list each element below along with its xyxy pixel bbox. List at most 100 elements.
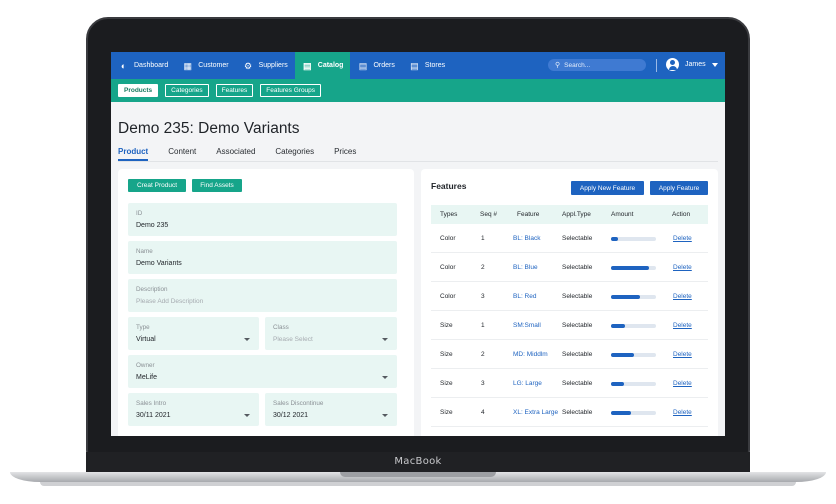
app-screen: ◐ Dashboard ▦ Customer ⚙ Suppliers ▤ Cat… xyxy=(111,52,725,436)
subnav-features-groups[interactable]: Features Groups xyxy=(260,84,322,97)
delete-link[interactable]: Delete xyxy=(673,351,692,358)
delete-link[interactable]: Delete xyxy=(673,264,692,271)
features-panel: Features Apply New Feature Apply Feature… xyxy=(421,169,718,436)
column-header: Feature xyxy=(517,211,540,218)
nav-suppliers-label: Suppliers xyxy=(258,62,288,69)
class-label: Class xyxy=(273,324,289,331)
search-input[interactable]: ⚲ Search... xyxy=(548,59,646,71)
nav-stores-label: Stores xyxy=(424,62,446,69)
id-field[interactable]: ID Demo 235 xyxy=(128,203,397,236)
appl-type-cell: Selectable xyxy=(562,293,593,300)
type-cell: Color xyxy=(440,264,456,271)
sub-nav: Products Categories Features Features Gr… xyxy=(111,79,725,102)
amount-bar xyxy=(611,266,656,270)
feature-link[interactable]: SM:Small xyxy=(513,322,541,329)
create-product-button[interactable]: Creat Product xyxy=(128,179,186,192)
amount-bar xyxy=(611,237,656,241)
chevron-down-icon xyxy=(382,376,388,379)
tab-prices[interactable]: Prices xyxy=(334,147,356,161)
user-menu[interactable]: James xyxy=(666,58,718,71)
type-cell: Size xyxy=(440,351,453,358)
description-field[interactable]: Description Please Add Description xyxy=(128,279,397,312)
tab-categories[interactable]: Categories xyxy=(275,147,314,161)
nav-catalog[interactable]: ▤ Catalog xyxy=(294,52,351,79)
chevron-down-icon xyxy=(244,414,250,417)
delete-link[interactable]: Delete xyxy=(673,380,692,387)
type-value: Virtual xyxy=(136,336,156,343)
catalog-icon: ▤ xyxy=(303,60,312,71)
feature-link[interactable]: BL: Blue xyxy=(513,264,538,271)
laptop-shadow xyxy=(40,482,796,486)
table-row: Size 1 SM:Small Selectable Delete xyxy=(431,311,708,340)
nav-stores[interactable]: ▤ Stores xyxy=(402,52,452,79)
delete-link[interactable]: Delete xyxy=(673,409,692,416)
type-cell: Color xyxy=(440,293,456,300)
id-value: Demo 235 xyxy=(136,222,169,229)
page-title: Demo 235: Demo Variants xyxy=(118,120,300,137)
feature-link[interactable]: XL: Extra Large xyxy=(513,409,558,416)
feature-link[interactable]: LG: Large xyxy=(513,380,542,387)
name-field[interactable]: Name Demo Variants xyxy=(128,241,397,274)
description-label: Description xyxy=(136,286,168,293)
appl-type-cell: Selectable xyxy=(562,322,593,329)
seq-cell: 1 xyxy=(481,235,485,242)
feature-link[interactable]: BL: Black xyxy=(513,235,540,242)
tab-bar: Product Content Associated Categories Pr… xyxy=(118,147,376,161)
feature-link[interactable]: MD: Middlm xyxy=(513,351,548,358)
type-select[interactable]: Type Virtual xyxy=(128,317,259,350)
appl-type-cell: Selectable xyxy=(562,235,593,242)
seq-cell: 3 xyxy=(481,293,485,300)
appl-type-cell: Selectable xyxy=(562,380,593,387)
apply-new-feature-button[interactable]: Apply New Feature xyxy=(571,181,644,195)
chevron-down-icon xyxy=(382,414,388,417)
table-row: Color 2 BL: Blue Selectable Delete xyxy=(431,253,708,282)
delete-link[interactable]: Delete xyxy=(673,293,692,300)
nav-orders[interactable]: ▤ Orders xyxy=(350,52,401,79)
stores-icon: ▤ xyxy=(410,60,419,71)
nav-catalog-label: Catalog xyxy=(317,62,344,69)
nav-dashboard-label: Dashboard xyxy=(134,62,169,69)
laptop-mockup: MacBook ◐ Dashboard ▦ Customer ⚙ Supplie… xyxy=(0,0,836,504)
device-label: MacBook xyxy=(394,456,442,467)
tab-associated[interactable]: Associated xyxy=(216,147,255,161)
tab-product[interactable]: Product xyxy=(118,147,149,161)
apply-feature-button[interactable]: Apply Feature xyxy=(650,181,708,195)
table-row: Size 4 XL: Extra Large Selectable Delete xyxy=(431,398,708,427)
nav-customer-label: Customer xyxy=(198,62,229,69)
chevron-down-icon xyxy=(382,338,388,341)
owner-select[interactable]: Owner MeLife xyxy=(128,355,397,388)
sales-discontinue-select[interactable]: Sales Discontinue 30/12 2021 xyxy=(265,393,397,426)
table-row: Size 3 LG: Large Selectable Delete xyxy=(431,369,708,398)
sales-discontinue-label: Sales Discontinue xyxy=(273,400,324,407)
amount-bar-fill xyxy=(611,237,618,241)
subnav-categories[interactable]: Categories xyxy=(165,84,209,97)
subnav-features[interactable]: Features xyxy=(215,84,254,97)
nav-suppliers[interactable]: ⚙ Suppliers xyxy=(236,52,295,79)
delete-link[interactable]: Delete xyxy=(673,322,692,329)
search-icon: ⚲ xyxy=(555,62,561,69)
features-title: Features xyxy=(431,181,467,191)
amount-bar xyxy=(611,353,656,357)
nav-customer[interactable]: ▦ Customer xyxy=(175,52,235,79)
suppliers-icon: ⚙ xyxy=(244,60,253,71)
laptop-notch xyxy=(340,472,496,477)
subnav-products[interactable]: Products xyxy=(118,84,159,97)
id-label: ID xyxy=(136,210,143,217)
feature-link[interactable]: BL: Red xyxy=(513,293,537,300)
class-select[interactable]: Class Please Select xyxy=(265,317,397,350)
nav-divider xyxy=(656,59,657,72)
sales-intro-select[interactable]: Sales Intro 30/11 2021 xyxy=(128,393,259,426)
owner-value: MeLife xyxy=(136,374,158,381)
amount-bar xyxy=(611,411,656,415)
find-assets-button[interactable]: Find Assets xyxy=(192,179,242,192)
nav-dashboard[interactable]: ◐ Dashboard xyxy=(111,52,175,79)
amount-bar-fill xyxy=(611,382,624,386)
type-cell: Color xyxy=(440,235,456,242)
amount-bar-fill xyxy=(611,324,625,328)
type-cell: Size xyxy=(440,380,453,387)
table-header: Types Seq # Feature Appl.Type Amount Act… xyxy=(431,205,708,224)
tab-content[interactable]: Content xyxy=(168,147,196,161)
nav-orders-label: Orders xyxy=(373,62,395,69)
delete-link[interactable]: Delete xyxy=(673,235,692,242)
table-row: Color 1 BL: Black Selectable Delete xyxy=(431,224,708,253)
